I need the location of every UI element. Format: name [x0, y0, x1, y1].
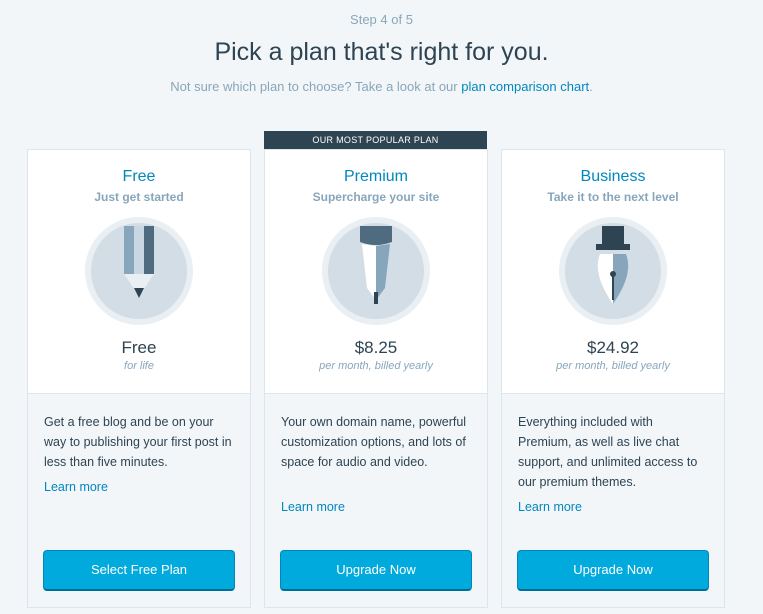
page-subtitle: Not sure which plan to choose? Take a lo…: [0, 79, 763, 94]
plan-comparison-link[interactable]: plan comparison chart: [461, 79, 589, 94]
most-popular-banner: OUR MOST POPULAR PLAN: [264, 131, 487, 150]
plan-name: Business: [580, 168, 646, 185]
plan-name: Premium: [343, 168, 408, 185]
plan-details: Everything included with Premium, as wel…: [502, 393, 724, 607]
plan-description: Get a free blog and be on your way to pu…: [44, 415, 232, 469]
learn-more-link[interactable]: Learn more: [44, 480, 108, 494]
plan-details: Get a free blog and be on your way to pu…: [28, 393, 250, 607]
pencil-icon: [85, 217, 193, 325]
select-free-plan-button[interactable]: Select Free Plan: [43, 550, 235, 591]
plan-price: $8.25: [354, 338, 398, 357]
plan-period: per month, billed yearly: [319, 360, 433, 372]
plan-tagline: Supercharge your site: [312, 190, 440, 204]
subtitle-suffix: .: [589, 79, 593, 94]
learn-more-link[interactable]: Learn more: [281, 500, 345, 514]
plan-name: Free: [122, 168, 156, 185]
fountain-pen-icon: [559, 217, 667, 325]
plan-description: Everything included with Premium, as wel…: [518, 415, 698, 489]
plan-period: for life: [124, 360, 154, 372]
upgrade-business-button[interactable]: Upgrade Now: [517, 550, 709, 591]
plan-header: Free Just get started Free for life: [28, 150, 250, 393]
learn-more-link[interactable]: Learn more: [518, 500, 582, 514]
plan-tagline: Just get started: [94, 190, 184, 204]
plan-price: $24.92: [587, 338, 639, 357]
plan-card-business: Business Take it to the next level $24.9…: [501, 149, 725, 608]
plan-period: per month, billed yearly: [556, 360, 670, 372]
plan-card-free: Free Just get started Free for life Get …: [27, 149, 251, 608]
plan-card-premium: Premium Supercharge your site $8.25 per …: [264, 149, 488, 608]
plan-price: Free: [121, 338, 157, 357]
upgrade-premium-button[interactable]: Upgrade Now: [280, 550, 472, 591]
plan-header: Business Take it to the next level $24.9…: [502, 150, 724, 393]
subtitle-text: Not sure which plan to choose? Take a lo…: [170, 79, 462, 94]
plan-description: Your own domain name, powerful customiza…: [281, 415, 467, 469]
plan-details: Your own domain name, powerful customiza…: [265, 393, 487, 607]
step-indicator: Step 4 of 5: [350, 12, 413, 27]
page-title: Pick a plan that's right for you.: [214, 38, 549, 66]
plan-header: Premium Supercharge your site $8.25 per …: [265, 150, 487, 393]
pen-icon: [322, 217, 430, 325]
plan-tagline: Take it to the next level: [547, 190, 679, 204]
